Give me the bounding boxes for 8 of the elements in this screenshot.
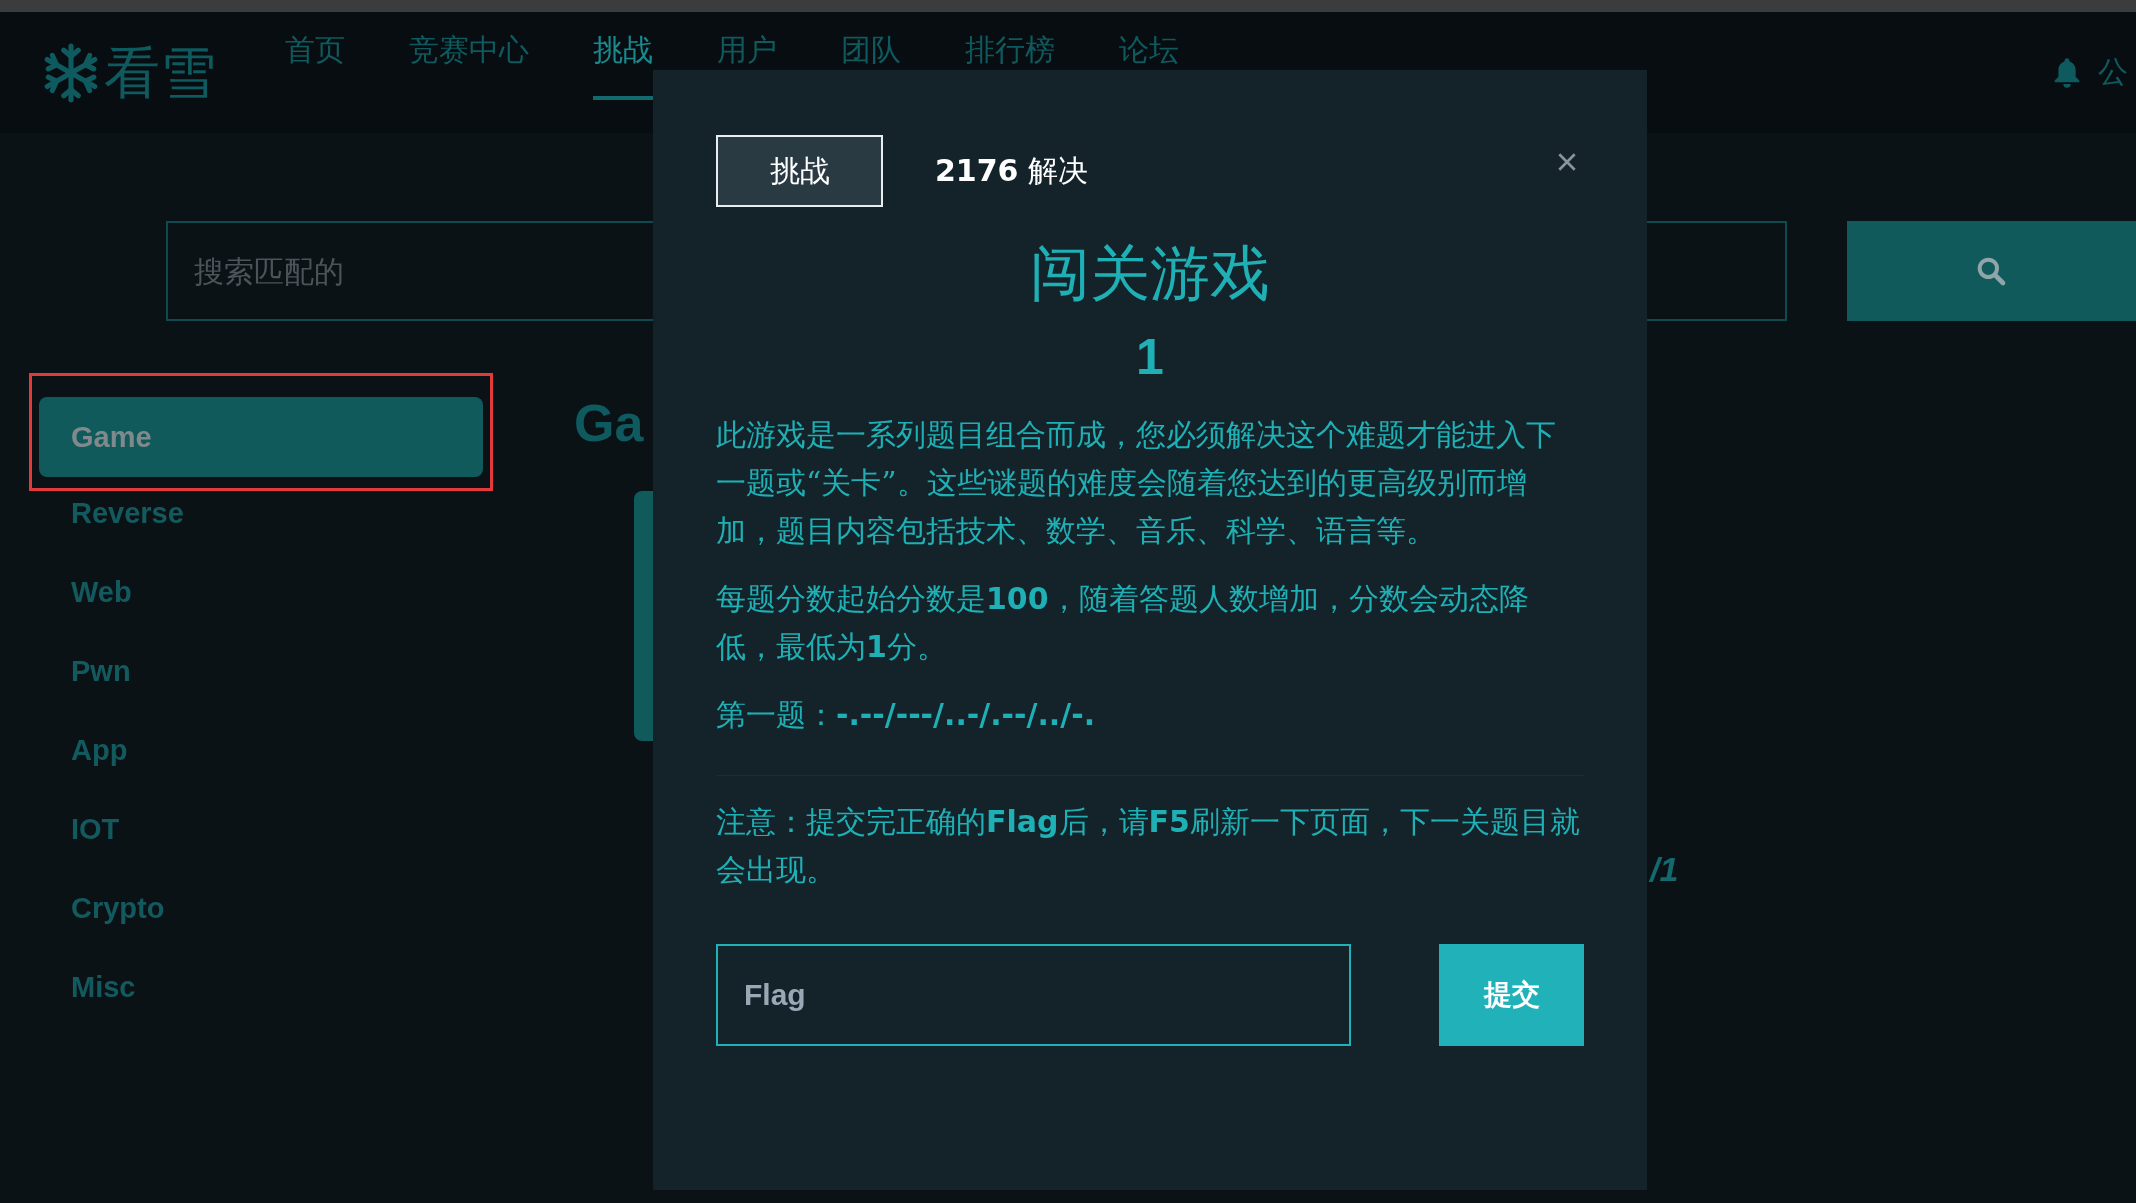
note-text: 注意：提交完正确的Flag后，请F5刷新一下页面，下一关题目就会出现。 [716,803,1581,889]
description-text: 此游戏是一系列题目组合而成，您必须解决这个难题才能进入下一题或“关卡”。这些谜题的难度会随着您达到的更高级别而增加，题目内容包括技术、数学、音乐、科学、语言等。 [716,416,1557,550]
challenge-points: 1 [1135,328,1165,387]
category-heading: Ga [574,393,644,453]
description-text: 第一题：-.--/---/..-/.--/../-. [716,696,1097,734]
score-text: /1 [1650,850,1679,889]
description-text: 每题分数起始分数是100，随着答题人数增加，分数会动态降低，最低为1分。 [716,580,1530,666]
challenge-title: 闯关游戏 [1029,237,1271,309]
